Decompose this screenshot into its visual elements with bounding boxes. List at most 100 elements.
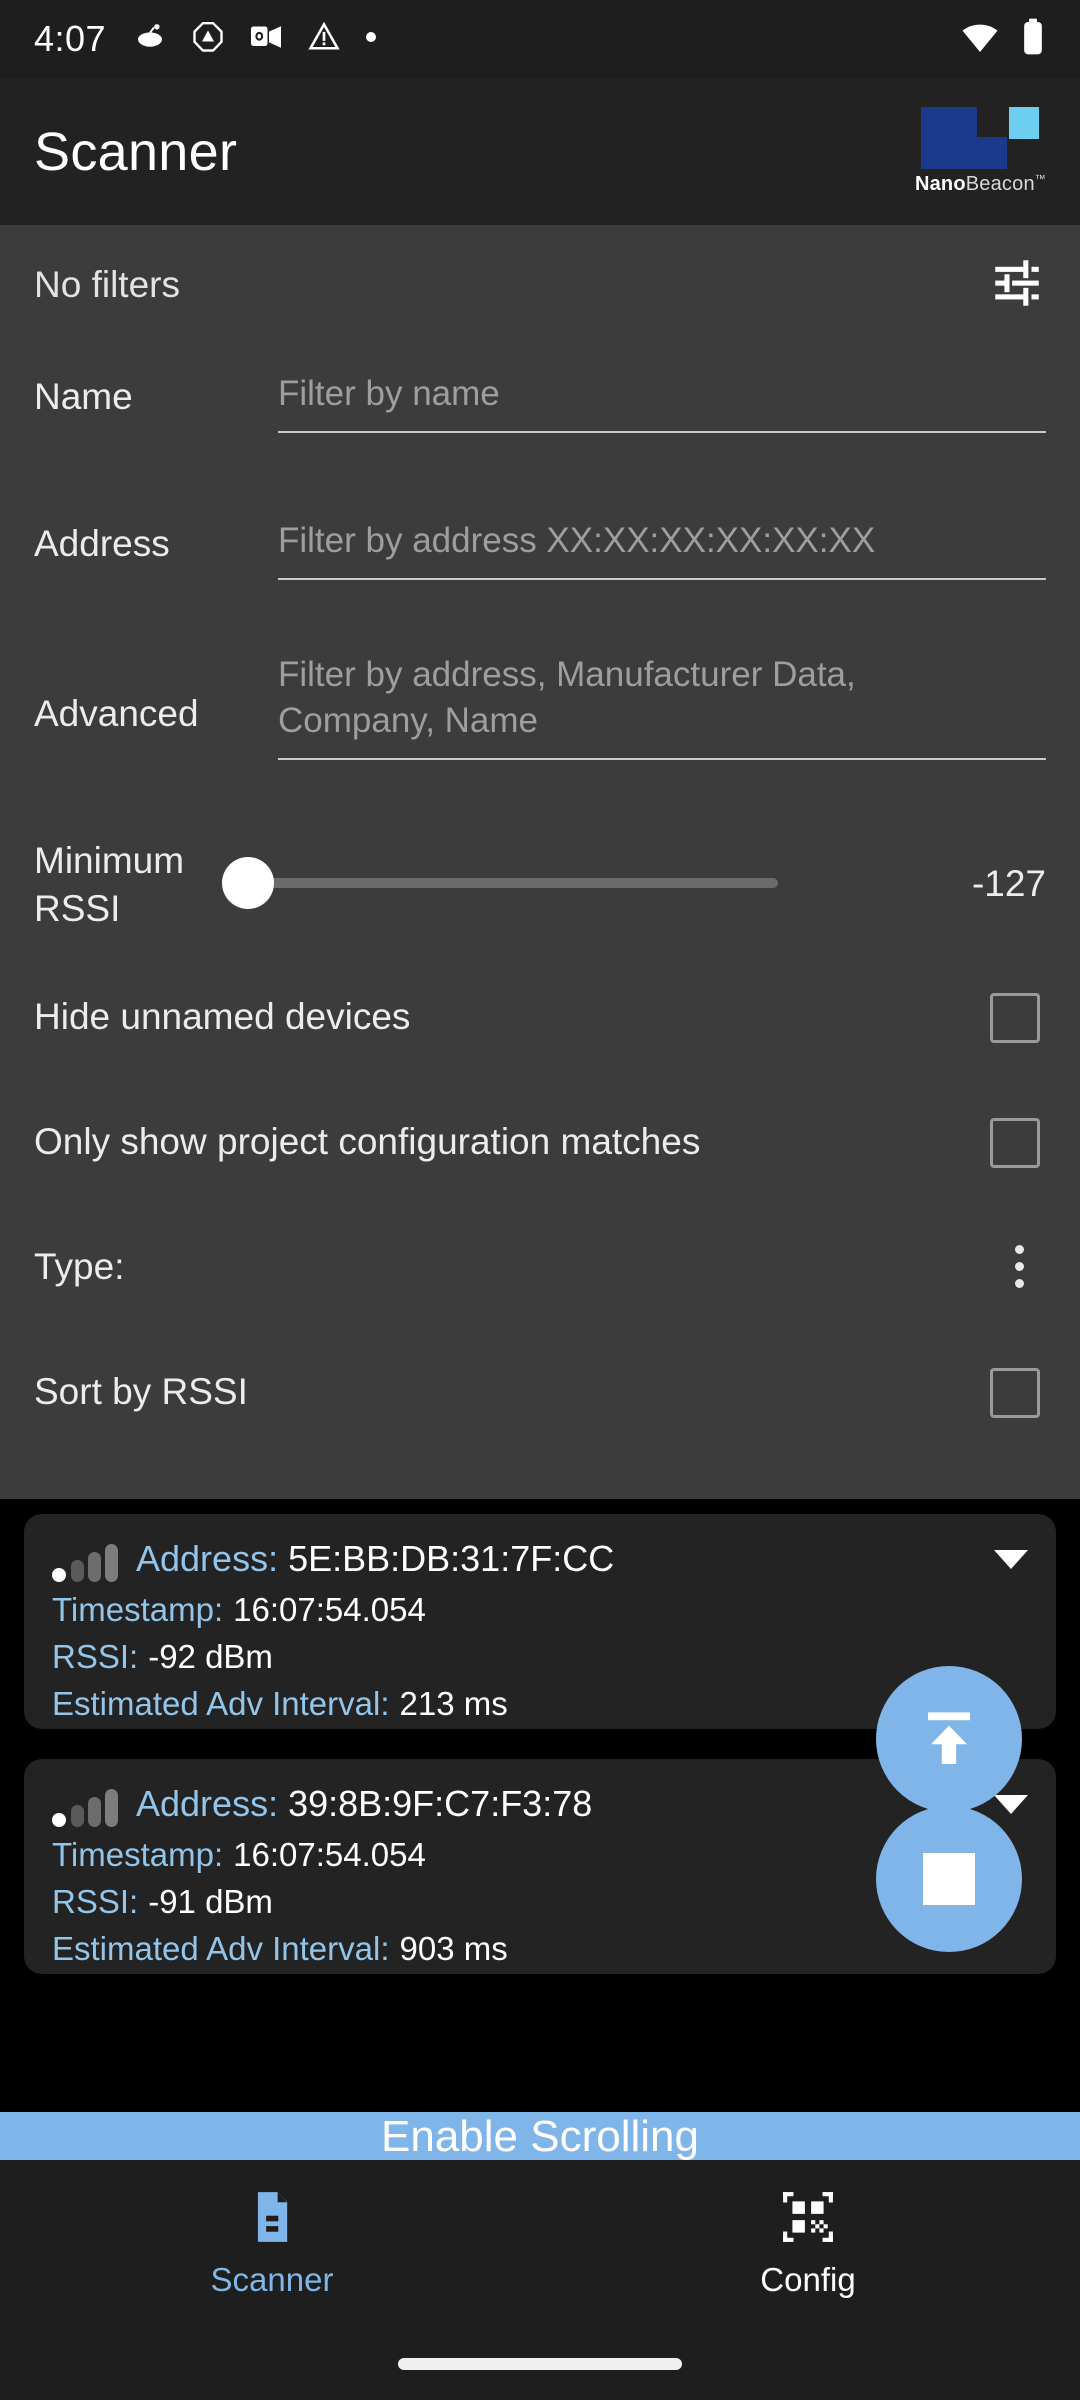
signal-bars-icon	[52, 1781, 126, 1827]
device-interval-value: 903 ms	[399, 1930, 508, 1967]
device-address-value: 5E:BB:DB:31:7F:CC	[288, 1538, 615, 1579]
tune-icon[interactable]	[988, 254, 1046, 317]
logo-text-bold: Nano	[914, 173, 966, 195]
filter-label-advanced: Advanced	[34, 693, 199, 734]
device-card-header: Address: 39:8B:9F:C7:F3:78	[52, 1781, 1028, 1827]
address-input-wrapper[interactable]: Filter by address XX:XX:XX:XX:XX:XX	[278, 518, 1046, 580]
only-project-matches-checkbox[interactable]	[990, 1118, 1040, 1168]
address-input[interactable]: Filter by address XX:XX:XX:XX:XX:XX	[278, 518, 1046, 564]
kebab-dot	[1015, 1262, 1024, 1271]
nanobeacon-logo: NanoBeacon™	[915, 107, 1046, 196]
status-bar: 4:07	[0, 0, 1080, 78]
logo-trademark: ™	[1034, 173, 1046, 186]
device-interval-value: 213 ms	[399, 1685, 508, 1722]
logo-block-cyan	[1009, 107, 1040, 139]
device-address-label: Address:	[136, 1538, 279, 1579]
device-timestamp-label: Timestamp:	[52, 1591, 224, 1628]
signal-bar	[71, 1560, 84, 1582]
kebab-dot	[1015, 1245, 1024, 1254]
device-timestamp-value: 16:07:54.054	[233, 1591, 426, 1628]
stop-square-icon	[923, 1853, 975, 1905]
minimum-rssi-value: -127	[971, 863, 1046, 904]
filter-row-hide-unnamed[interactable]: Hide unnamed devices	[0, 965, 1080, 1075]
hide-unnamed-checkbox[interactable]	[990, 993, 1040, 1043]
status-bar-clock: 4:07	[34, 18, 107, 59]
page-title: Scanner	[34, 121, 238, 182]
name-input[interactable]: Filter by name	[278, 371, 1046, 417]
enable-scrolling-banner[interactable]: Enable Scrolling	[0, 2112, 1080, 2160]
filter-row-advanced: Advanced Filter by address, Manufacturer…	[0, 640, 1080, 790]
signal-bar	[105, 1544, 118, 1582]
signal-bar	[105, 1789, 118, 1827]
signal-dot	[52, 1813, 66, 1827]
advanced-input-line2[interactable]: Company, Name	[278, 698, 1046, 744]
kebab-dot	[1015, 1279, 1024, 1288]
filter-row-sort-by-rssi[interactable]: Sort by RSSI	[0, 1340, 1080, 1450]
slider-track[interactable]	[248, 878, 778, 888]
signal-bar	[71, 1805, 84, 1827]
tab-config-label: Config	[760, 2261, 856, 2298]
enable-scrolling-label: Enable Scrolling	[381, 2112, 699, 2160]
outlook-icon	[248, 19, 284, 60]
filter-label-type: Type:	[34, 1246, 125, 1287]
chevron-down-icon[interactable]	[994, 1794, 1028, 1814]
sort-by-rssi-checkbox[interactable]	[990, 1368, 1040, 1418]
stop-scan-fab[interactable]	[876, 1806, 1022, 1952]
arrow-up-to-line-icon	[913, 1701, 985, 1778]
device-timestamp-row: Timestamp: 16:07:54.054	[52, 1591, 1028, 1629]
filter-label-sort-by-rssi: Sort by RSSI	[34, 1371, 248, 1412]
device-interval-row: Estimated Adv Interval: 903 ms	[52, 1930, 1028, 1968]
device-rssi-value: -92 dBm	[148, 1638, 273, 1675]
home-indicator[interactable]	[398, 2358, 682, 2370]
filter-label-name: Name	[34, 376, 133, 417]
battery-icon	[1020, 17, 1046, 62]
chevron-down-icon[interactable]	[994, 1549, 1028, 1569]
device-rssi-label: RSSI:	[52, 1638, 139, 1675]
filter-row-address: Address Filter by address XX:XX:XX:XX:XX…	[0, 492, 1080, 597]
signal-bar	[88, 1552, 101, 1582]
filter-label-minimum-rssi-line1: Minimum	[34, 840, 185, 881]
filter-label-only-project-matches: Only show project configuration matches	[34, 1121, 701, 1162]
dot-icon	[364, 30, 378, 49]
app-bar: Scanner NanoBeacon™	[0, 78, 1080, 225]
tab-config[interactable]: Config	[628, 2188, 988, 2299]
kebab-menu-icon[interactable]	[1015, 1245, 1024, 1288]
warning-icon	[306, 19, 342, 60]
filter-row-only-project-matches[interactable]: Only show project configuration matches	[0, 1090, 1080, 1200]
bottom-navigation: Scanner Config	[0, 2160, 1080, 2400]
scroll-to-top-fab[interactable]	[876, 1666, 1022, 1812]
app-screen: 4:07 Scanner NanoBeacon™ No filters Name…	[0, 0, 1080, 2400]
slider-thumb[interactable]	[222, 857, 274, 909]
drive-icon	[190, 19, 226, 60]
device-card-header: Address: 5E:BB:DB:31:7F:CC	[52, 1536, 1028, 1582]
nanobeacon-logo-text: NanoBeacon™	[915, 173, 1046, 196]
status-bar-system-icons	[960, 17, 1046, 62]
filter-row-name: Name Filter by name	[0, 345, 1080, 450]
device-rssi-row: RSSI: -92 dBm	[52, 1638, 1028, 1676]
signal-dot	[52, 1568, 66, 1582]
device-rssi-value: -91 dBm	[148, 1883, 273, 1920]
tab-scanner-label: Scanner	[210, 2261, 334, 2298]
logo-text-regular: Beacon	[965, 173, 1035, 195]
nanobeacon-logo-mark	[921, 107, 1040, 169]
device-timestamp-value: 16:07:54.054	[233, 1836, 426, 1873]
advanced-input-underline	[278, 758, 1046, 760]
signal-bar	[88, 1797, 101, 1827]
minimum-rssi-slider[interactable]	[222, 853, 787, 913]
filter-row-minimum-rssi: Minimum RSSI -127	[0, 823, 1080, 953]
filter-summary-label: No filters	[34, 264, 180, 305]
device-interval-label: Estimated Adv Interval:	[52, 1930, 390, 1967]
filter-label-hide-unnamed: Hide unnamed devices	[34, 996, 411, 1037]
reddit-icon	[132, 19, 168, 60]
name-input-wrapper[interactable]: Filter by name	[278, 371, 1046, 433]
filter-label-minimum-rssi-line2: RSSI	[34, 888, 121, 929]
wifi-icon	[960, 17, 1000, 62]
filter-summary-row: No filters	[0, 225, 1080, 345]
advanced-input-line1[interactable]: Filter by address, Manufacturer Data,	[278, 652, 1046, 698]
filter-label-address: Address	[34, 523, 170, 564]
address-input-underline	[278, 578, 1046, 580]
filter-row-type: Type:	[0, 1215, 1080, 1325]
advanced-input-wrapper[interactable]: Filter by address, Manufacturer Data, Co…	[278, 652, 1046, 760]
tab-scanner[interactable]: Scanner	[92, 2188, 452, 2299]
device-timestamp-label: Timestamp:	[52, 1836, 224, 1873]
